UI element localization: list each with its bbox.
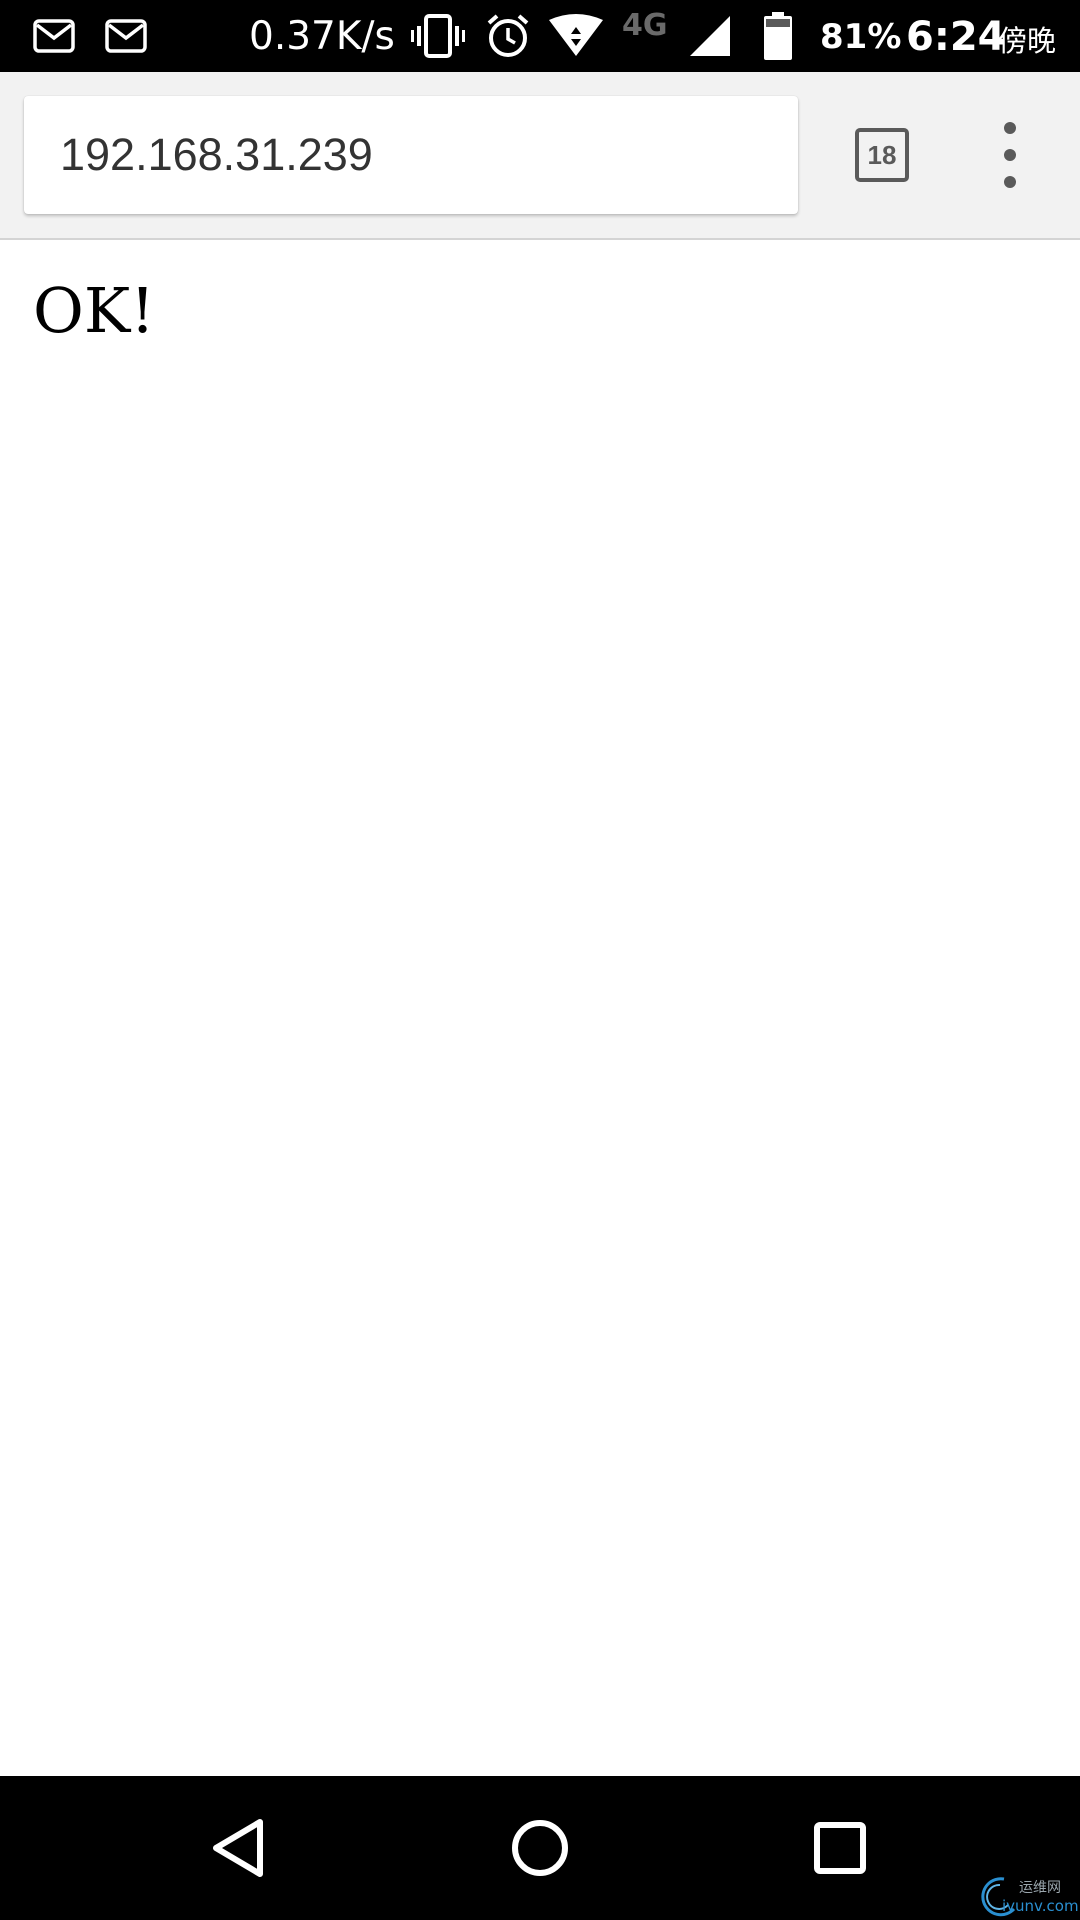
page-body-text: OK! xyxy=(33,274,156,347)
tab-count: 18 xyxy=(867,140,897,170)
tab-switcher-button[interactable]: 18 xyxy=(855,128,909,182)
watermark-text: 运维网 xyxy=(1019,1880,1061,1896)
alarm-icon xyxy=(484,0,532,72)
battery-icon xyxy=(760,0,796,72)
menu-dot xyxy=(1004,149,1016,161)
browser-toolbar: 192.168.31.239 18 xyxy=(0,72,1080,240)
recents-icon xyxy=(814,1822,866,1874)
network-speed: 0.37K/s xyxy=(249,14,395,59)
status-bar: 0.37K/s 4G 81% 6:24 傍晚 xyxy=(0,0,1080,72)
url-bar[interactable]: 192.168.31.239 xyxy=(24,96,798,214)
back-button[interactable] xyxy=(170,1776,310,1920)
url-text[interactable]: 192.168.31.239 xyxy=(60,96,373,214)
web-page-content: OK! xyxy=(0,240,1080,1776)
wifi-icon xyxy=(546,0,606,72)
watermark-domain: iyunv.com xyxy=(1002,1897,1078,1915)
network-type-label: 4G xyxy=(622,8,668,43)
battery-percent: 81% xyxy=(820,17,902,57)
clock-period: 傍晚 xyxy=(998,24,1057,58)
home-button[interactable] xyxy=(470,1776,610,1920)
menu-dot xyxy=(1004,122,1016,134)
mail-icon xyxy=(102,0,150,72)
overflow-menu-button[interactable] xyxy=(990,122,1030,188)
vibrate-icon xyxy=(410,0,466,72)
mail-icon xyxy=(30,0,78,72)
navigation-bar xyxy=(0,1776,1080,1920)
screen: 0.37K/s 4G 81% 6:24 傍晚 192.168.31.239 18… xyxy=(0,0,1080,1920)
menu-dot xyxy=(1004,176,1016,188)
signal-icon xyxy=(686,0,734,72)
home-icon xyxy=(512,1820,568,1876)
clock: 6:24 xyxy=(906,14,1006,60)
recents-button[interactable] xyxy=(770,1776,910,1920)
back-icon xyxy=(213,1819,263,1877)
